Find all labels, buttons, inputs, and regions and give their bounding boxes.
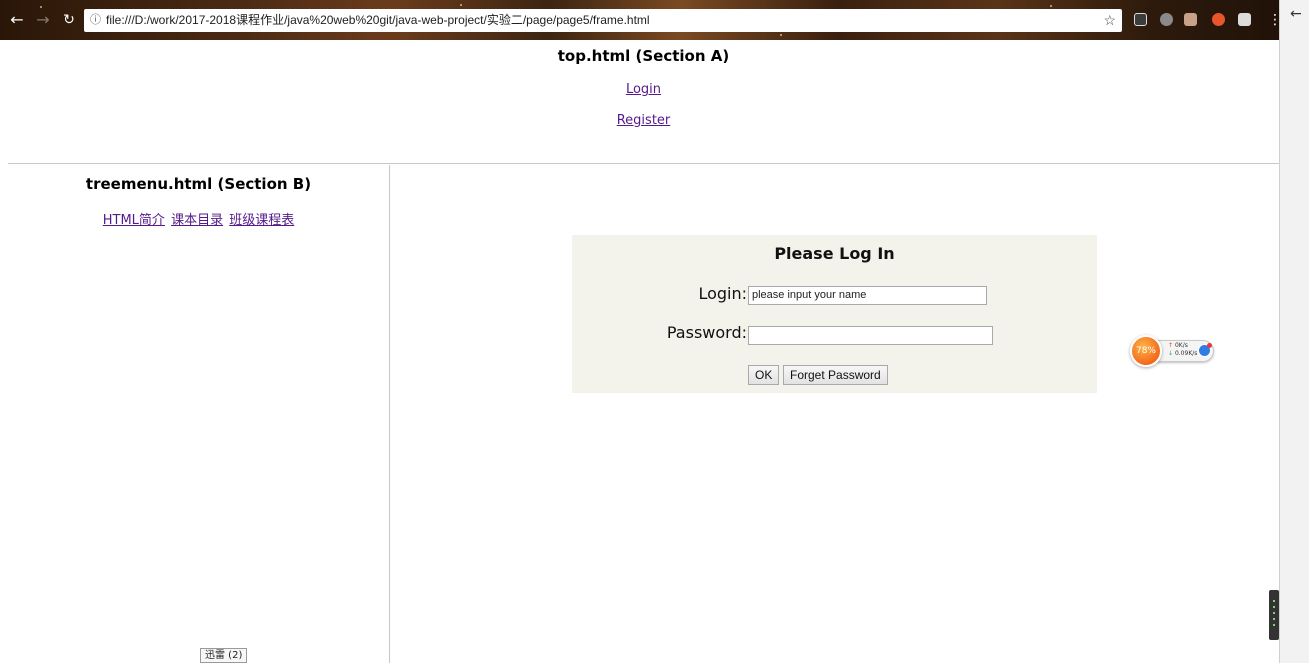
extension-circle-icon[interactable] [1160, 13, 1173, 26]
back-arrow-icon[interactable]: ← [8, 11, 26, 29]
download-arrow-icon: ↓ [1168, 350, 1174, 357]
tree-menu-links: HTML简介 课本目录 班级课程表 [8, 209, 389, 228]
toolbar-sparkle [780, 34, 782, 36]
tree-menu-frame: treemenu.html (Section B) HTML简介 课本目录 班级… [8, 165, 390, 663]
extension-ublock-icon[interactable] [1238, 13, 1251, 26]
password-input[interactable] [748, 326, 993, 345]
upload-arrow-icon: ↑ [1168, 342, 1174, 349]
side-panel-strip: ← [1279, 0, 1309, 663]
address-bar[interactable]: ⓘ file:///D:/work/2017-2018课程作业/java%20w… [84, 9, 1122, 32]
login-link[interactable]: Login [8, 82, 1279, 97]
register-link[interactable]: Register [8, 113, 1279, 128]
star-icon[interactable]: ☆ [1103, 9, 1116, 32]
volume-meter-widget[interactable] [1269, 590, 1279, 640]
upload-speed: ↑ 0K/s [1168, 342, 1188, 349]
upload-speed-value: 0K/s [1174, 342, 1188, 349]
side-back-arrow-icon[interactable]: ← [1290, 6, 1302, 22]
forward-arrow-icon[interactable]: → [34, 11, 52, 29]
login-input[interactable]: please input your name [748, 286, 987, 305]
toolbar-sparkle [40, 6, 42, 8]
login-panel: Please Log In Login: please input your n… [572, 235, 1097, 393]
top-frame-heading: top.html (Section A) [557, 47, 730, 65]
ok-button[interactable]: OK [748, 365, 780, 385]
toolbar-sparkle [1050, 5, 1052, 7]
download-speed: ↓ 0.09K/s [1168, 350, 1197, 357]
tree-menu-heading: treemenu.html (Section B) [85, 175, 312, 193]
toolbar-sparkle [460, 4, 462, 6]
reload-icon[interactable]: ↻ [60, 11, 78, 29]
password-label: Password: [666, 323, 747, 342]
extension-chat-icon[interactable] [1134, 13, 1147, 26]
extension-square-icon[interactable] [1184, 13, 1197, 26]
login-panel-title: Please Log In [774, 244, 895, 263]
tree-link-class-schedule[interactable]: 班级课程表 [229, 213, 294, 228]
forget-password-button[interactable]: Forget Password [783, 365, 888, 385]
speed-boost-icon[interactable] [1198, 343, 1212, 357]
extension-orange-icon[interactable] [1212, 13, 1225, 26]
top-frame: top.html (Section A) Login Register [8, 40, 1279, 164]
info-circle-icon[interactable]: ⓘ [90, 9, 102, 32]
thunder-download-badge[interactable]: 迅雷 (2) [200, 648, 248, 663]
speed-percent-ball[interactable]: 78% [1130, 335, 1162, 367]
login-label: Login: [698, 284, 747, 303]
url-text[interactable]: file:///D:/work/2017-2018课程作业/java%20web… [106, 9, 650, 32]
tree-link-textbook-contents[interactable]: 课本目录 [171, 213, 223, 228]
network-speed-widget[interactable]: 78% ↑ 0K/s ↓ 0.09K/s [1130, 335, 1216, 367]
browser-toolbar: ← → ↻ ⓘ file:///D:/work/2017-2018课程作业/ja… [0, 0, 1309, 40]
download-speed-value: 0.09K/s [1174, 350, 1198, 357]
tree-link-html-intro[interactable]: HTML简介 [103, 213, 165, 228]
